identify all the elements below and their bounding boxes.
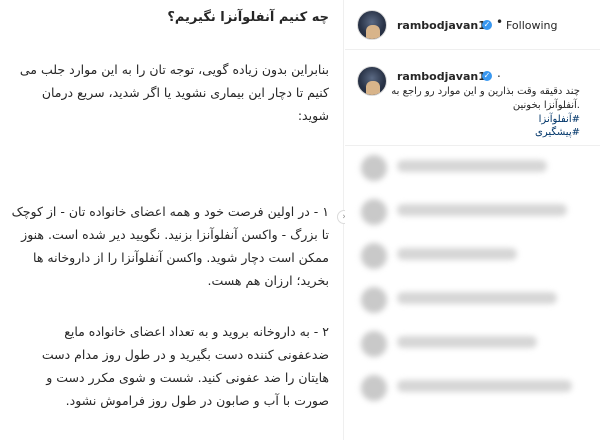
caption-username-link[interactable]: rambodjavan1 (397, 70, 486, 83)
blurred-comment (345, 328, 600, 364)
blurred-text (397, 204, 567, 216)
divider (345, 145, 600, 146)
blurred-text (397, 248, 517, 260)
blurred-avatar (361, 287, 387, 313)
post-header: rambodjavan1 ✓ • Following (345, 0, 600, 50)
post-paragraph-2: ۱ - در اولین فرصت خود و همه اعضای خانواد… (11, 204, 329, 288)
caption-verified-badge-icon: ✓ (482, 71, 492, 81)
post-sidebar: rambodjavan1 ✓ • Following rambodjavan1 … (345, 0, 600, 440)
blurred-avatar (361, 375, 387, 401)
post-paragraph-3: ۲ - به داروخانه بروید و به تعداد اعضای خ… (41, 324, 329, 408)
caption-avatar[interactable] (357, 66, 387, 96)
blurred-text (397, 160, 547, 172)
caption-separator: . (497, 66, 501, 80)
following-button[interactable]: Following (506, 19, 558, 32)
blurred-comment (345, 284, 600, 320)
blurred-avatar (361, 199, 387, 225)
blurred-avatar (361, 331, 387, 357)
avatar[interactable] (357, 10, 387, 40)
post-paragraph-1: بنابراین بدون زیاده گویی، توجه تان را به… (19, 62, 329, 123)
hashtag-link[interactable]: #آنفلوآنزا (539, 114, 580, 125)
blurred-text (397, 336, 537, 348)
verified-badge-icon: ✓ (482, 20, 492, 30)
blurred-avatar (361, 243, 387, 269)
blurred-comment (345, 196, 600, 232)
separator-dot: • (496, 15, 504, 29)
post-image: چه کنیم آنفلوآنزا نگیریم؟ بنابراین بدون … (0, 0, 344, 440)
blurred-comment (345, 152, 600, 188)
blurred-avatar (361, 155, 387, 181)
hashtag-link[interactable]: #پیشگیری (535, 127, 580, 138)
caption-text-line-2: .آنفلوآنزا بخونین (512, 100, 580, 111)
blurred-text (397, 380, 572, 392)
username-link[interactable]: rambodjavan1 (397, 19, 486, 32)
blurred-comment (345, 240, 600, 276)
caption-text-line-1: چند دقیقه وقت بذارین و این موارد رو راجع… (391, 86, 580, 97)
blurred-text (397, 292, 557, 304)
blurred-comment (345, 372, 600, 408)
post-heading: چه کنیم آنفلوآنزا نگیریم؟ (167, 10, 329, 25)
